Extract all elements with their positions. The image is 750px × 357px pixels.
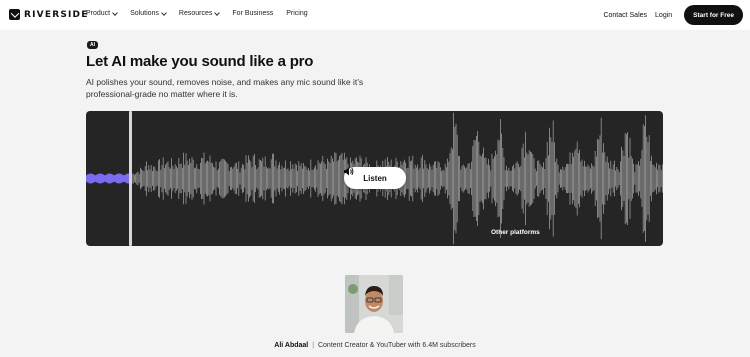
testimonial-name: Ali Abdaal bbox=[274, 342, 309, 349]
nav-links: Product Solutions Resources For Business… bbox=[86, 9, 308, 17]
nav-pricing-label: Pricing bbox=[286, 10, 308, 17]
riverside-logo[interactable]: RIVERSIDE bbox=[9, 9, 89, 20]
nav-product-label: Product bbox=[86, 10, 111, 17]
chevron-down-icon bbox=[214, 9, 221, 16]
comparison-slider-handle[interactable] bbox=[129, 111, 132, 246]
enhanced-waveform bbox=[86, 173, 130, 184]
chevron-down-icon bbox=[112, 9, 118, 16]
nav-right: Contact Sales Login Start for Free bbox=[603, 5, 743, 25]
nav-solutions-label: Solutions bbox=[130, 10, 159, 17]
speaker-icon bbox=[344, 167, 354, 176]
page-subtitle: AI polishes your sound, removes noise, a… bbox=[86, 77, 364, 99]
ai-badge: AI bbox=[87, 41, 98, 49]
chevron-down-icon bbox=[161, 9, 167, 16]
contact-sales-link[interactable]: Contact Sales bbox=[603, 12, 647, 19]
nav-product[interactable]: Product bbox=[86, 9, 118, 17]
testimonial-photo bbox=[345, 275, 403, 333]
nav-solutions[interactable]: Solutions bbox=[130, 9, 167, 17]
avatar bbox=[345, 275, 403, 333]
start-for-free-button[interactable]: Start for Free bbox=[684, 5, 743, 25]
audio-comparison-player[interactable]: Listen Other platforms bbox=[86, 111, 663, 246]
platform-label: Other platforms bbox=[491, 229, 540, 236]
nav-pricing[interactable]: Pricing bbox=[286, 10, 307, 17]
login-link[interactable]: Login bbox=[655, 12, 672, 19]
logo-text: RIVERSIDE bbox=[24, 9, 89, 20]
nav-for-business[interactable]: For Business bbox=[232, 10, 273, 17]
nav-resources[interactable]: Resources bbox=[178, 9, 221, 17]
nav-resources-label: Resources bbox=[178, 10, 213, 17]
caption-separator: | bbox=[312, 342, 315, 349]
testimonial-caption: Ali Abdaal | Content Creator & YouTuber … bbox=[0, 342, 750, 349]
riverside-logo-icon bbox=[9, 9, 20, 20]
testimonial-role: Content Creator & YouTuber with 6.4M sub… bbox=[317, 342, 476, 349]
top-navbar: RIVERSIDE Product Solutions Resources Fo… bbox=[0, 0, 750, 30]
nav-for-business-label: For Business bbox=[232, 10, 274, 17]
page-title: Let AI make you sound like a pro bbox=[86, 53, 314, 70]
listen-button[interactable]: Listen bbox=[344, 167, 406, 189]
listen-label: Listen bbox=[363, 173, 387, 183]
